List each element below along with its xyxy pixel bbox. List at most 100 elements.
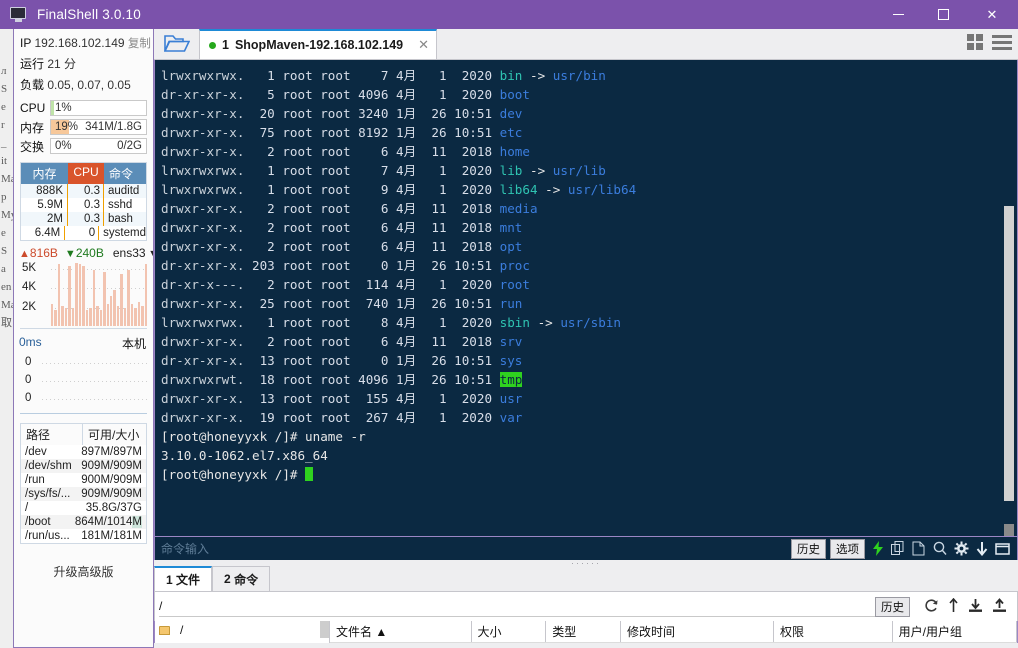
network-chart: 5K 4K 2K: [20, 261, 147, 329]
disk-table: 路径 可用/大小 /dev 897M/897M/dev/shm 909M/909M /…: [20, 423, 147, 544]
open-folder-icon[interactable]: [154, 28, 199, 59]
net-bar: [109, 296, 113, 326]
disk-row[interactable]: /dev/shm 909M/909M: [21, 459, 146, 473]
download-file-icon[interactable]: [968, 598, 983, 616]
search-icon[interactable]: [933, 541, 947, 556]
process-row[interactable]: 6.4M 0 systemd: [21, 226, 146, 240]
col-owner[interactable]: 用户/用户组: [893, 621, 1017, 642]
meter-percent: 19%: [55, 121, 79, 133]
copy-icon[interactable]: [891, 541, 905, 556]
col-filesize[interactable]: 大小: [472, 621, 547, 642]
lat-y-0c: 0: [25, 392, 32, 404]
tab-files-label: 文件: [176, 573, 201, 587]
col-filetype[interactable]: 类型: [546, 621, 622, 642]
disk-row[interactable]: /boot 864M/1014M: [21, 515, 146, 529]
disk-path: /run/us...: [25, 530, 70, 542]
network-header: ▲816B ▼240B ens33 ▼: [14, 241, 153, 261]
gear-icon[interactable]: [954, 541, 969, 556]
minimize-button[interactable]: [876, 0, 921, 29]
net-bar: [82, 266, 85, 326]
process-row[interactable]: 888K 0.3 auditd: [21, 184, 146, 198]
uptime-row: 运行 21 分: [14, 52, 153, 73]
disk-usage: 35.8G/37G: [85, 502, 142, 514]
lightning-icon[interactable]: [872, 541, 884, 556]
net-bar: [61, 306, 64, 326]
tree-node[interactable]: /: [155, 621, 329, 639]
tabbar-actions: [967, 34, 1012, 50]
net-bar: [92, 270, 96, 326]
disk-row[interactable]: / 35.8G/37G: [21, 501, 146, 515]
process-row[interactable]: 5.9M 0.3 sshd: [21, 198, 146, 212]
col-mem[interactable]: 内存: [21, 163, 68, 184]
connection-status-dot: [209, 41, 216, 49]
network-interface-select[interactable]: ens33: [113, 246, 146, 260]
path-input[interactable]: [159, 596, 875, 617]
disk-row[interactable]: /sys/fs/... 909M/909M: [21, 487, 146, 501]
uptime-value: 21 分: [47, 57, 77, 71]
path-history-button[interactable]: 历史: [875, 596, 910, 617]
terminal-output[interactable]: lrwxrwxrwx. 1 root root 7 4月 1 2020 bin …: [155, 60, 1001, 536]
maximize-button[interactable]: [921, 0, 966, 29]
disk-path: /run: [25, 474, 45, 486]
session-tab-bar: 1 ShopMaven-192.168.102.149 ✕: [154, 29, 1018, 60]
upload-file-icon[interactable]: [992, 597, 1007, 616]
tab-commands[interactable]: 2 命令: [212, 566, 271, 591]
disk-row[interactable]: /run/us... 181M/181M: [21, 529, 146, 543]
disk-path: /dev/shm: [25, 460, 72, 472]
process-cmd: systemd: [103, 227, 146, 239]
meter-row-CPU: CPU 1%: [14, 98, 153, 117]
close-button[interactable]: ✕: [966, 0, 1018, 29]
col-cmd[interactable]: 命令: [104, 163, 146, 184]
disk-usage: 909M/909M: [81, 460, 142, 472]
window-icon[interactable]: [995, 542, 1010, 556]
status-strip: [154, 643, 1018, 648]
meter-bar: 0% 0/2G: [50, 138, 147, 154]
grid-view-icon[interactable]: [967, 34, 983, 50]
process-cpu: 0.3: [68, 184, 104, 198]
paste-icon[interactable]: [912, 541, 926, 556]
terminal-scrollbar[interactable]: [1001, 60, 1016, 536]
tab-files[interactable]: 1 文件: [154, 566, 213, 591]
close-tab-icon[interactable]: ✕: [418, 37, 429, 53]
terminal-scrollbar-thumb[interactable]: [1004, 206, 1014, 501]
upgrade-link[interactable]: 升级高级版: [14, 563, 153, 580]
upload-icon[interactable]: [948, 597, 959, 616]
uptime-label: 运行: [20, 57, 45, 71]
disk-usage: 897M/897M: [81, 446, 142, 458]
bottom-tab-bar: 1 文件 2 命令: [154, 566, 1018, 592]
hamburger-menu-icon[interactable]: [992, 34, 1012, 50]
tree-scrollbar[interactable]: [320, 621, 329, 638]
process-cpu: 0.3: [68, 212, 104, 226]
panel-splitter[interactable]: ······: [154, 559, 1018, 568]
disk-row[interactable]: /run 900M/909M: [21, 473, 146, 487]
download-rate: ▼240B: [64, 246, 104, 260]
disk-row[interactable]: /dev 897M/897M: [21, 445, 146, 459]
process-row[interactable]: 2M 0.3 bash: [21, 212, 146, 226]
command-input[interactable]: 命令输入: [155, 540, 791, 557]
process-table: 内存 CPU 命令 888K 0.3 auditd 5.9M 0.3 sshd 2M 0.3 b…: [20, 162, 147, 241]
process-table-header: 内存 CPU 命令: [21, 163, 146, 184]
disk-usage: 900M/909M: [81, 474, 142, 486]
path-bar: 历史: [154, 592, 1018, 621]
col-permissions[interactable]: 权限: [774, 621, 893, 642]
col-mtime[interactable]: 修改时间: [621, 621, 775, 642]
command-options-button[interactable]: 选项: [830, 538, 865, 559]
net-bar: [89, 308, 92, 326]
command-history-button[interactable]: 历史: [791, 538, 826, 559]
lat-y-0b: 0: [25, 374, 32, 386]
refresh-icon[interactable]: [924, 598, 939, 616]
download-icon[interactable]: [976, 541, 988, 556]
net-bar: [85, 310, 89, 326]
disk-usage: 181M/181M: [81, 530, 142, 542]
disk-usage: 909M/909M: [81, 488, 142, 500]
col-filename[interactable]: 文件名 ▲: [330, 621, 472, 642]
col-cpu[interactable]: CPU: [68, 163, 104, 184]
title-bar: FinalShell 3.0.10 ✕: [0, 0, 1018, 29]
terminal-scrollbar-bottom[interactable]: [1004, 524, 1014, 536]
net-y-5k: 5K: [22, 262, 37, 274]
session-tab[interactable]: 1 ShopMaven-192.168.102.149 ✕: [199, 29, 438, 59]
copy-ip-button[interactable]: 复制: [128, 38, 151, 50]
net-bar: [78, 264, 82, 326]
ip-label: IP: [20, 36, 32, 50]
net-bar: [144, 264, 147, 326]
